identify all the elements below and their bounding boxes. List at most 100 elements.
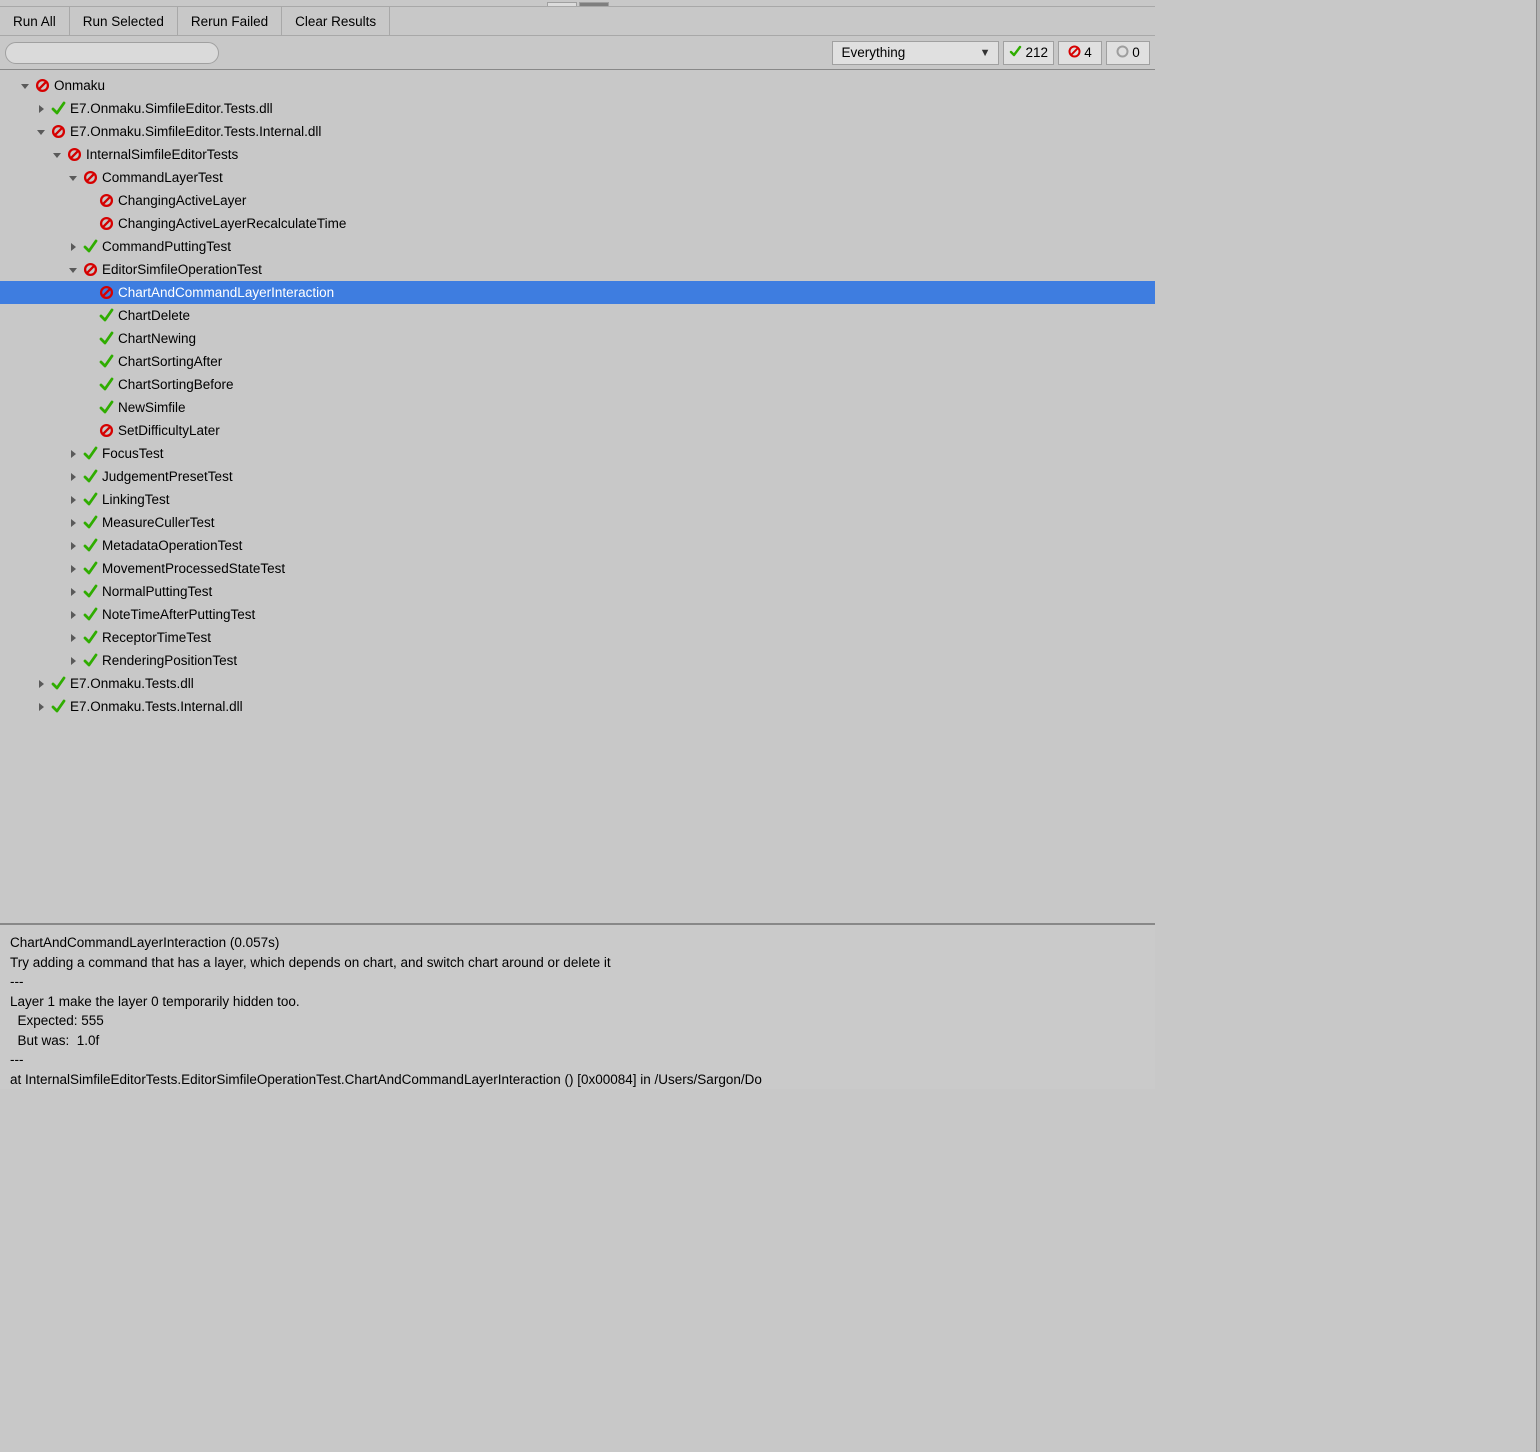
foldout-toggle[interactable] — [66, 654, 80, 668]
tree-row[interactable]: MeasureCullerTest — [0, 511, 1155, 534]
tree-row-label: CommandLayerTest — [102, 170, 223, 185]
tree-row[interactable]: ChartAndCommandLayerInteraction — [0, 281, 1155, 304]
pass-icon — [82, 584, 98, 600]
foldout-toggle[interactable] — [66, 493, 80, 507]
foldout-toggle[interactable] — [66, 631, 80, 645]
result-detail-panel: ChartAndCommandLayerInteraction (0.057s)… — [0, 923, 1155, 1089]
foldout-toggle[interactable] — [34, 677, 48, 691]
category-dropdown[interactable]: Everything ▼ — [832, 41, 999, 65]
tree-row[interactable]: EditorSimfileOperationTest — [0, 258, 1155, 281]
foldout-toggle[interactable] — [66, 470, 80, 484]
tree-row[interactable]: JudgementPresetTest — [0, 465, 1155, 488]
pass-count-badge[interactable]: 212 — [1003, 41, 1054, 65]
tree-row[interactable]: E7.Onmaku.SimfileEditor.Tests.Internal.d… — [0, 120, 1155, 143]
pass-icon — [82, 630, 98, 646]
tree-row-label: ChartDelete — [118, 308, 190, 323]
tree-row-label: E7.Onmaku.SimfileEditor.Tests.Internal.d… — [70, 124, 321, 139]
pass-icon — [82, 446, 98, 462]
tree-row[interactable]: SetDifficultyLater — [0, 419, 1155, 442]
tree-row[interactable]: ChartDelete — [0, 304, 1155, 327]
pass-icon — [82, 469, 98, 485]
tree-row-label: CommandPuttingTest — [102, 239, 231, 254]
rerun-failed-button[interactable]: Rerun Failed — [178, 7, 282, 35]
foldout-toggle[interactable] — [34, 700, 48, 714]
tree-row[interactable]: MetadataOperationTest — [0, 534, 1155, 557]
foldout-toggle[interactable] — [66, 608, 80, 622]
tree-row-label: E7.Onmaku.SimfileEditor.Tests.dll — [70, 101, 273, 116]
fail-icon — [1068, 45, 1081, 61]
pass-icon — [82, 607, 98, 623]
tree-row[interactable]: FocusTest — [0, 442, 1155, 465]
foldout-toggle[interactable] — [66, 447, 80, 461]
foldout-toggle[interactable] — [66, 240, 80, 254]
tree-row[interactable]: InternalSimfileEditorTests — [0, 143, 1155, 166]
tree-row[interactable]: NoteTimeAfterPuttingTest — [0, 603, 1155, 626]
fail-icon — [98, 423, 114, 439]
pass-icon — [98, 400, 114, 416]
foldout-toggle[interactable] — [66, 263, 80, 277]
fail-icon — [34, 78, 50, 94]
panel-resize-handle[interactable] — [1536, 0, 1540, 1452]
tree-row[interactable]: E7.Onmaku.Tests.dll — [0, 672, 1155, 695]
tree-row[interactable]: Onmaku — [0, 74, 1155, 97]
foldout-toggle[interactable] — [50, 148, 64, 162]
fail-count-badge[interactable]: 4 — [1058, 41, 1102, 65]
pass-count-value: 212 — [1025, 45, 1048, 60]
tree-row-label: Onmaku — [54, 78, 105, 93]
tree-row-label: NewSimfile — [118, 400, 186, 415]
tree-row[interactable]: CommandPuttingTest — [0, 235, 1155, 258]
tree-row-label: ChartNewing — [118, 331, 196, 346]
tree-row[interactable]: NewSimfile — [0, 396, 1155, 419]
result-detail-text: ChartAndCommandLayerInteraction (0.057s)… — [10, 935, 762, 1087]
fail-icon — [98, 193, 114, 209]
tree-row-label: ReceptorTimeTest — [102, 630, 211, 645]
search-input[interactable] — [5, 42, 219, 64]
run-all-button[interactable]: Run All — [0, 7, 70, 35]
foldout-toggle[interactable] — [66, 516, 80, 530]
pass-icon — [82, 515, 98, 531]
check-icon — [1009, 45, 1022, 61]
tree-row[interactable]: ChartSortingAfter — [0, 350, 1155, 373]
tree-row[interactable]: NormalPuttingTest — [0, 580, 1155, 603]
tree-row[interactable]: RenderingPositionTest — [0, 649, 1155, 672]
ignore-count-value: 0 — [1132, 45, 1140, 60]
tree-row[interactable]: LinkingTest — [0, 488, 1155, 511]
clear-results-button[interactable]: Clear Results — [282, 7, 390, 35]
pass-icon — [82, 561, 98, 577]
tree-row[interactable]: MovementProcessedStateTest — [0, 557, 1155, 580]
fail-count-value: 4 — [1084, 45, 1092, 60]
foldout-toggle[interactable] — [18, 79, 32, 93]
ignore-icon — [1116, 45, 1129, 61]
foldout-toggle[interactable] — [66, 539, 80, 553]
fail-icon — [50, 124, 66, 140]
pass-icon — [82, 538, 98, 554]
fail-icon — [98, 285, 114, 301]
tree-row[interactable]: CommandLayerTest — [0, 166, 1155, 189]
tree-row[interactable]: ChartSortingBefore — [0, 373, 1155, 396]
tree-row[interactable]: E7.Onmaku.SimfileEditor.Tests.dll — [0, 97, 1155, 120]
tree-row-label: NormalPuttingTest — [102, 584, 212, 599]
fail-icon — [98, 216, 114, 232]
pass-icon — [50, 101, 66, 117]
filter-bar: Everything ▼ 212 4 0 — [0, 36, 1155, 70]
test-tree[interactable]: Onmaku E7.Onmaku.SimfileEditor.Tests.dll… — [0, 70, 1155, 923]
pass-icon — [50, 676, 66, 692]
search-wrap — [5, 42, 828, 64]
tree-row-label: ChartAndCommandLayerInteraction — [118, 285, 334, 300]
foldout-toggle[interactable] — [66, 585, 80, 599]
foldout-toggle[interactable] — [34, 102, 48, 116]
tree-row-label: MovementProcessedStateTest — [102, 561, 285, 576]
tree-row-label: E7.Onmaku.Tests.dll — [70, 676, 194, 691]
foldout-toggle[interactable] — [34, 125, 48, 139]
tree-row[interactable]: ChangingActiveLayerRecalculateTime — [0, 212, 1155, 235]
run-selected-button[interactable]: Run Selected — [70, 7, 178, 35]
ignore-count-badge[interactable]: 0 — [1106, 41, 1150, 65]
tree-row[interactable]: E7.Onmaku.Tests.Internal.dll — [0, 695, 1155, 718]
foldout-toggle[interactable] — [66, 171, 80, 185]
tree-row[interactable]: ChangingActiveLayer — [0, 189, 1155, 212]
fail-icon — [82, 170, 98, 186]
tree-row[interactable]: ChartNewing — [0, 327, 1155, 350]
foldout-toggle[interactable] — [66, 562, 80, 576]
tree-row-label: FocusTest — [102, 446, 164, 461]
tree-row[interactable]: ReceptorTimeTest — [0, 626, 1155, 649]
